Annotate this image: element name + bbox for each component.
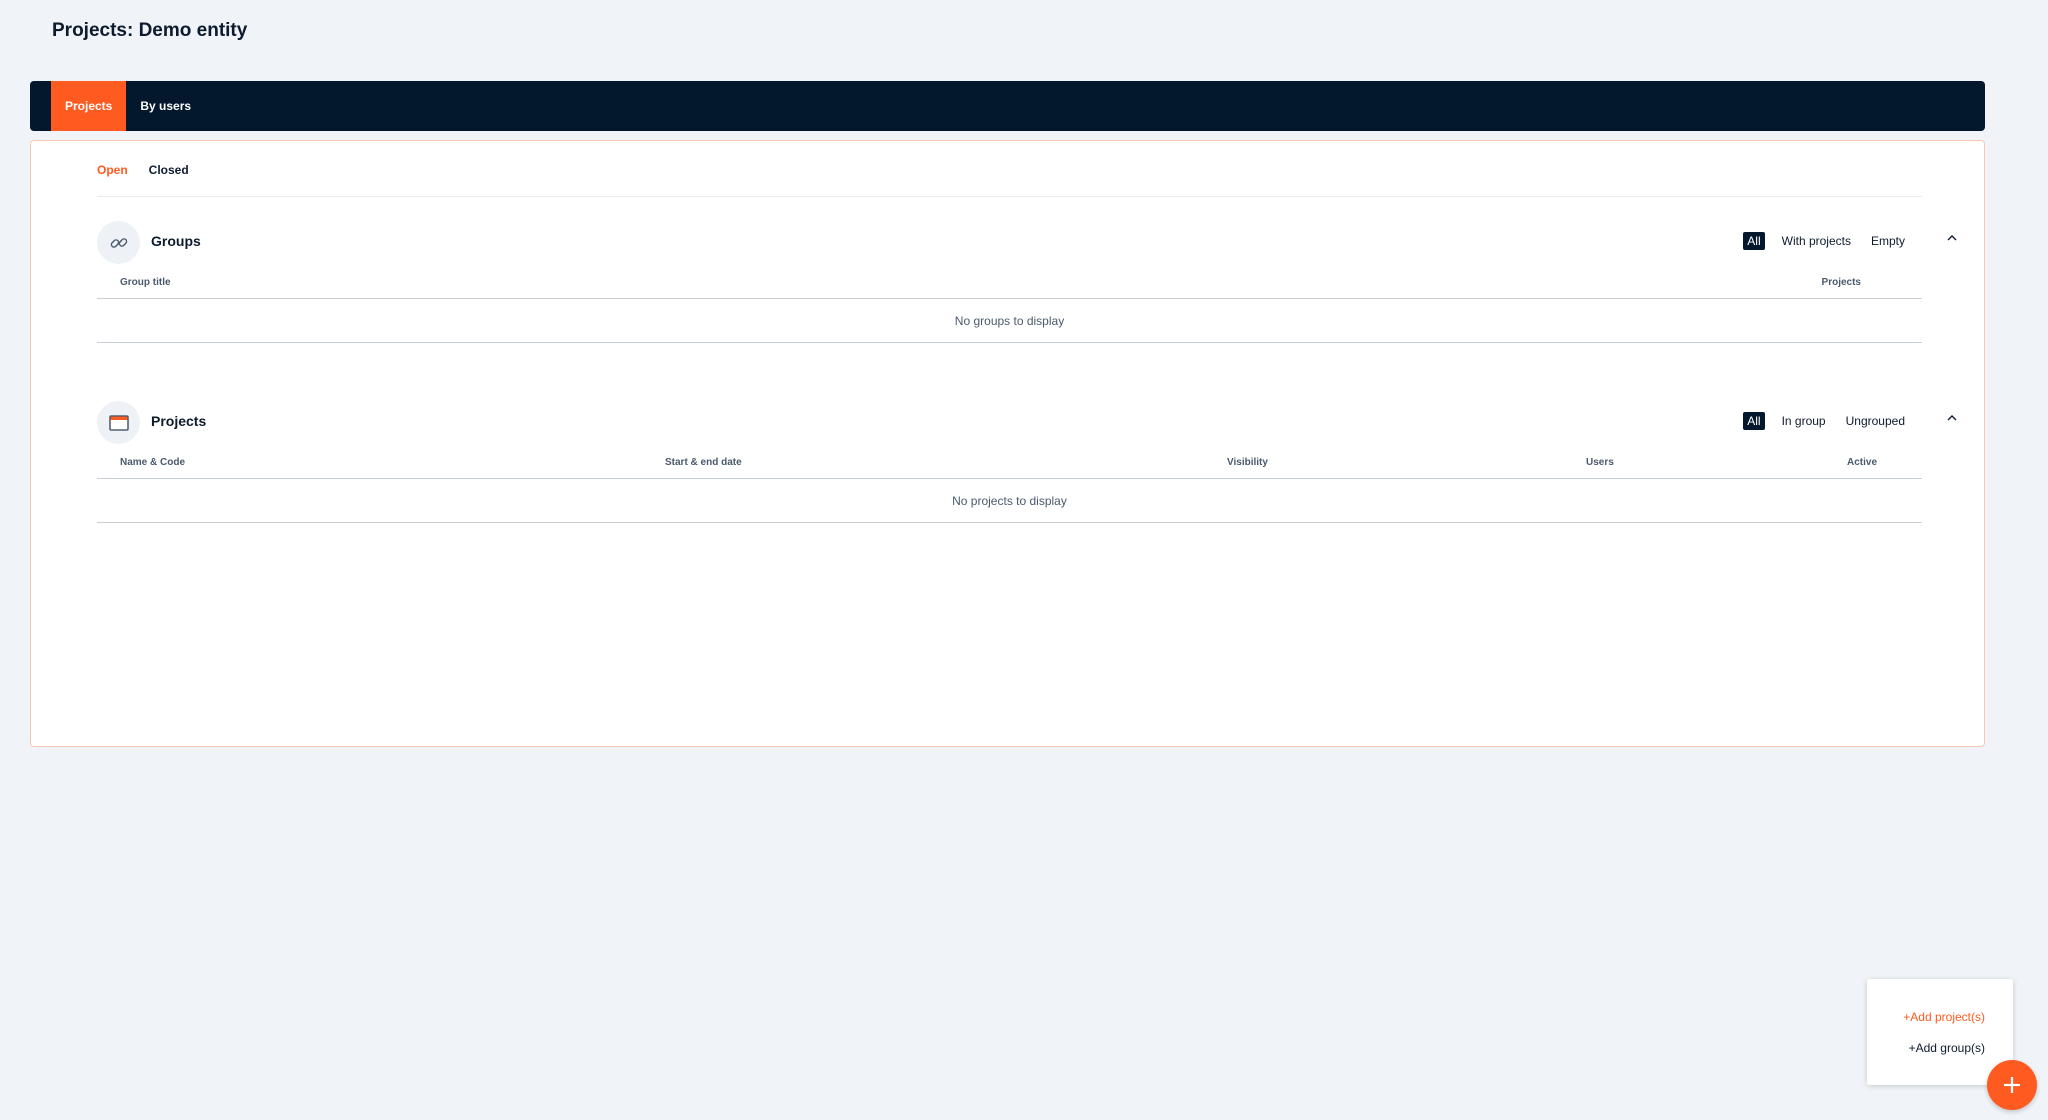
col-visibility[interactable]: Visibility [1227,457,1268,468]
groups-section: Groups All With projects Empty Group tit… [97,221,1957,343]
chevron-up-icon[interactable] [1944,409,1960,425]
projects-empty-row: No projects to display [97,479,1922,523]
tab-projects[interactable]: Projects [51,81,127,131]
groups-filter-all[interactable]: All [1743,232,1765,250]
top-navigation: Projects By users [30,81,1985,131]
projects-section: Projects All In group Ungrouped Name & C… [97,401,1957,523]
subtab-closed[interactable]: Closed [149,163,189,177]
groups-filter-empty[interactable]: Empty [1868,232,1908,250]
groups-filters: All With projects Empty [1743,232,1908,250]
projects-filters: All In group Ungrouped [1743,412,1908,430]
col-start-end-date[interactable]: Start & end date [665,457,742,468]
tab-by-users[interactable]: By users [126,81,205,131]
col-projects[interactable]: Projects [1822,277,1861,288]
divider [97,196,1922,197]
add-groups-button[interactable]: +Add group(s) [1909,1041,1985,1055]
groups-empty-row: No groups to display [97,299,1922,343]
add-projects-button[interactable]: +Add project(s) [1903,1010,1985,1024]
groups-filter-with-projects[interactable]: With projects [1779,232,1854,250]
projects-title: Projects [151,413,207,429]
col-group-title[interactable]: Group title [120,277,171,288]
groups-header: Groups All With projects Empty [97,221,1957,265]
projects-header: Projects All In group Ungrouped [97,401,1957,445]
content-card: Open Closed Groups All With projects Emp… [30,140,1985,747]
plus-icon [2004,1077,2020,1093]
page-title: Projects: Demo entity [52,20,248,41]
folder-window-icon [97,401,140,444]
col-active[interactable]: Active [1847,457,1877,468]
projects-filter-in-group[interactable]: In group [1779,412,1829,430]
col-users[interactable]: Users [1586,457,1614,468]
status-subtabs: Open Closed [97,163,189,177]
link-chain-icon [97,221,140,264]
groups-table-header: Group title Projects [97,265,1922,299]
col-name-code[interactable]: Name & Code [120,457,185,468]
projects-filter-ungrouped[interactable]: Ungrouped [1843,412,1908,430]
subtab-open[interactable]: Open [97,163,128,177]
projects-table-header: Name & Code Start & end date Visibility … [97,445,1922,479]
add-fab-button[interactable] [1987,1060,2037,1110]
groups-title: Groups [151,233,201,249]
projects-filter-all[interactable]: All [1743,412,1765,430]
chevron-up-icon[interactable] [1944,229,1960,245]
